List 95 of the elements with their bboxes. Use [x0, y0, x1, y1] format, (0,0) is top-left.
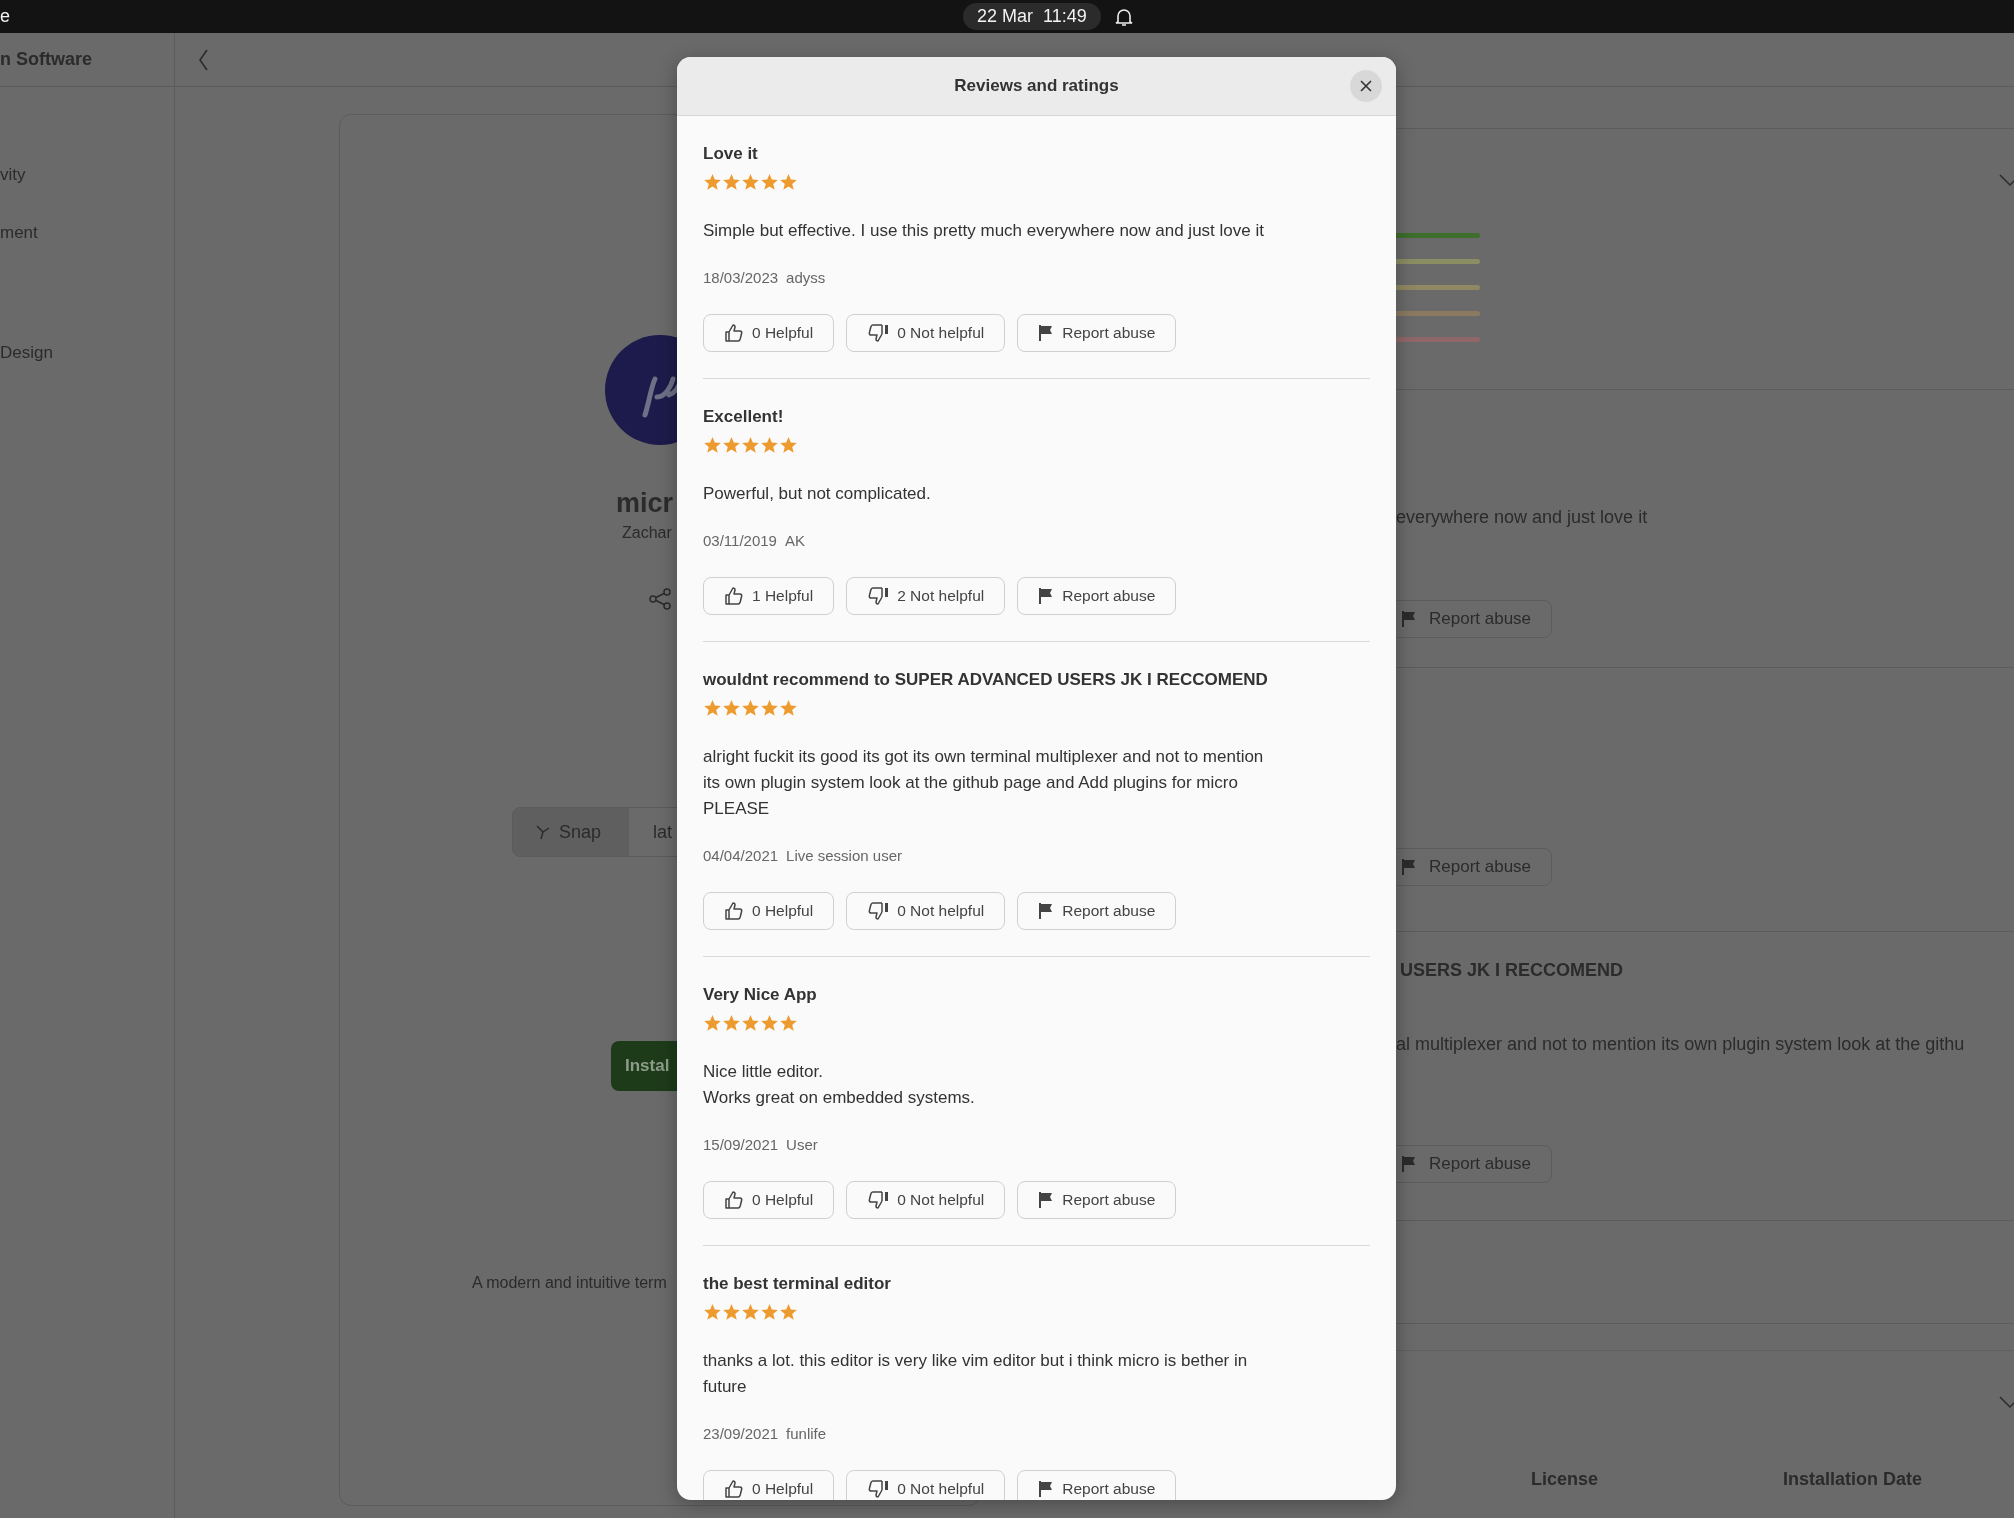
share-icon[interactable] [648, 587, 672, 611]
star-icon [760, 1013, 779, 1033]
review-author: funlife [786, 1424, 827, 1444]
review-title: the best terminal editor [703, 1273, 892, 1295]
review-date: 23/09/2021 [703, 1424, 779, 1444]
flag-icon [1038, 324, 1055, 342]
star-icon [741, 1013, 760, 1033]
app-name-heading: micr [616, 487, 674, 520]
sidebar-title: n Software [0, 33, 174, 87]
star-icon [760, 1302, 779, 1322]
star-icon [741, 698, 760, 718]
star-icon [741, 172, 760, 192]
flag-icon [1038, 902, 1055, 920]
thumbs-up-icon [724, 323, 744, 343]
star-icon [779, 698, 798, 718]
star-icon [703, 1013, 722, 1033]
flag-icon [1038, 1480, 1055, 1498]
developer-name: Zachar [622, 523, 672, 543]
star-icon [779, 435, 798, 455]
close-icon [1360, 80, 1372, 92]
report-abuse-button[interactable]: Report abuse [1017, 892, 1177, 930]
info-heading: License [1531, 1469, 1600, 1490]
review-title: Very Nice App [703, 984, 818, 1006]
review-title: USERS JK I RECCOMEND [1399, 959, 1625, 981]
bell-icon[interactable] [1114, 6, 1133, 27]
review-text: Powerful, but not complicated. [703, 483, 932, 505]
helpful-button[interactable]: 0 Helpful [703, 1470, 835, 1500]
review-author: AK [784, 531, 805, 551]
close-button[interactable] [1350, 70, 1382, 102]
review-text: alright fuckit its good its got its own terminal multiplexer and not to mention its own plugin system look at the github page and Add plugins for micro PLEASE [703, 746, 1265, 820]
not-helpful-button[interactable]: 0 Not helpful [846, 314, 1006, 352]
review-text: thanks a lot. this editor is very like vim editor but i think micro is bether in future [703, 1350, 1249, 1398]
clock[interactable]: 22 Mar 11:49 [963, 3, 1101, 30]
helpful-button[interactable]: 0 Helpful [703, 1181, 835, 1219]
star-icon [779, 172, 798, 192]
flag-icon [1401, 610, 1417, 628]
star-icon [779, 1013, 798, 1033]
report-abuse-button[interactable]: Report abuse [1017, 314, 1177, 352]
review-text: al multiplexer and not to mention its own plugin system look at the githu [1395, 1034, 1966, 1055]
not-helpful-button[interactable]: 2 Not helpful [846, 577, 1006, 615]
info-heading: Installation Date [1783, 1469, 1924, 1490]
review-author: Live session user [786, 846, 902, 866]
review-date: 04/04/2021 [703, 846, 779, 866]
star-icon [722, 172, 741, 192]
star-icon [722, 435, 741, 455]
review-author: adyss [786, 268, 826, 288]
report-abuse-button[interactable]: Report abuse [1017, 1181, 1177, 1219]
helpful-button[interactable]: 0 Helpful [703, 314, 835, 352]
star-icon [779, 1302, 798, 1322]
star-icon [722, 1013, 741, 1033]
flag-icon [1038, 587, 1055, 605]
app-summary: A modern and intuitive term [472, 1274, 667, 1292]
review-title: wouldnt recommend to SUPER ADVANCED USERS JK I RECCOMEND [703, 669, 1269, 691]
helpful-button[interactable]: 0 Helpful [703, 892, 835, 930]
review-title: Excellent! [703, 406, 785, 428]
thumbs-down-icon [867, 1479, 890, 1499]
not-helpful-button[interactable]: 0 Not helpful [846, 892, 1006, 930]
review-title: Love it [703, 143, 759, 165]
thumbs-up-icon [724, 1479, 744, 1499]
report-abuse-button[interactable]: Report abuse [1017, 577, 1177, 615]
star-icon [722, 698, 741, 718]
star-icon [741, 1302, 760, 1322]
flag-icon [1401, 858, 1417, 876]
review-text: everywhere now and just love it [1395, 506, 1649, 528]
not-helpful-button[interactable]: 0 Not helpful [846, 1181, 1006, 1219]
not-helpful-button[interactable]: 0 Not helpful [846, 1470, 1006, 1500]
thumbs-up-icon [724, 1190, 744, 1210]
thumbs-up-icon [724, 901, 744, 921]
app-name: e [0, 6, 10, 27]
thumbs-down-icon [867, 586, 890, 606]
thumbs-up-icon [724, 586, 744, 606]
review-date: 03/11/2019 [703, 531, 777, 551]
star-icon [722, 1302, 741, 1322]
flag-icon [1038, 1191, 1055, 1209]
star-icon [741, 435, 760, 455]
review-date: 15/09/2021 [703, 1135, 779, 1155]
helpful-button[interactable]: 1 Helpful [703, 577, 835, 615]
star-icon [760, 172, 779, 192]
star-icon [703, 172, 722, 192]
back-icon[interactable] [197, 47, 209, 72]
review-text: Simple but effective. I use this pretty much everywhere now and just love it [703, 220, 1265, 242]
thumbs-down-icon [867, 323, 890, 343]
star-icon [703, 1302, 722, 1322]
flag-icon [1401, 1155, 1417, 1173]
review-date: 18/03/2023 [703, 268, 779, 288]
review-author: User [786, 1135, 818, 1155]
thumbs-down-icon [867, 1190, 890, 1210]
star-icon [703, 698, 722, 718]
report-abuse-button[interactable]: Report abuse [1017, 1470, 1177, 1500]
dialog-title: Reviews and ratings [954, 76, 1119, 96]
star-icon [703, 435, 722, 455]
star-icon [760, 698, 779, 718]
thumbs-down-icon [867, 901, 890, 921]
star-icon [760, 435, 779, 455]
bird-icon [535, 824, 551, 840]
